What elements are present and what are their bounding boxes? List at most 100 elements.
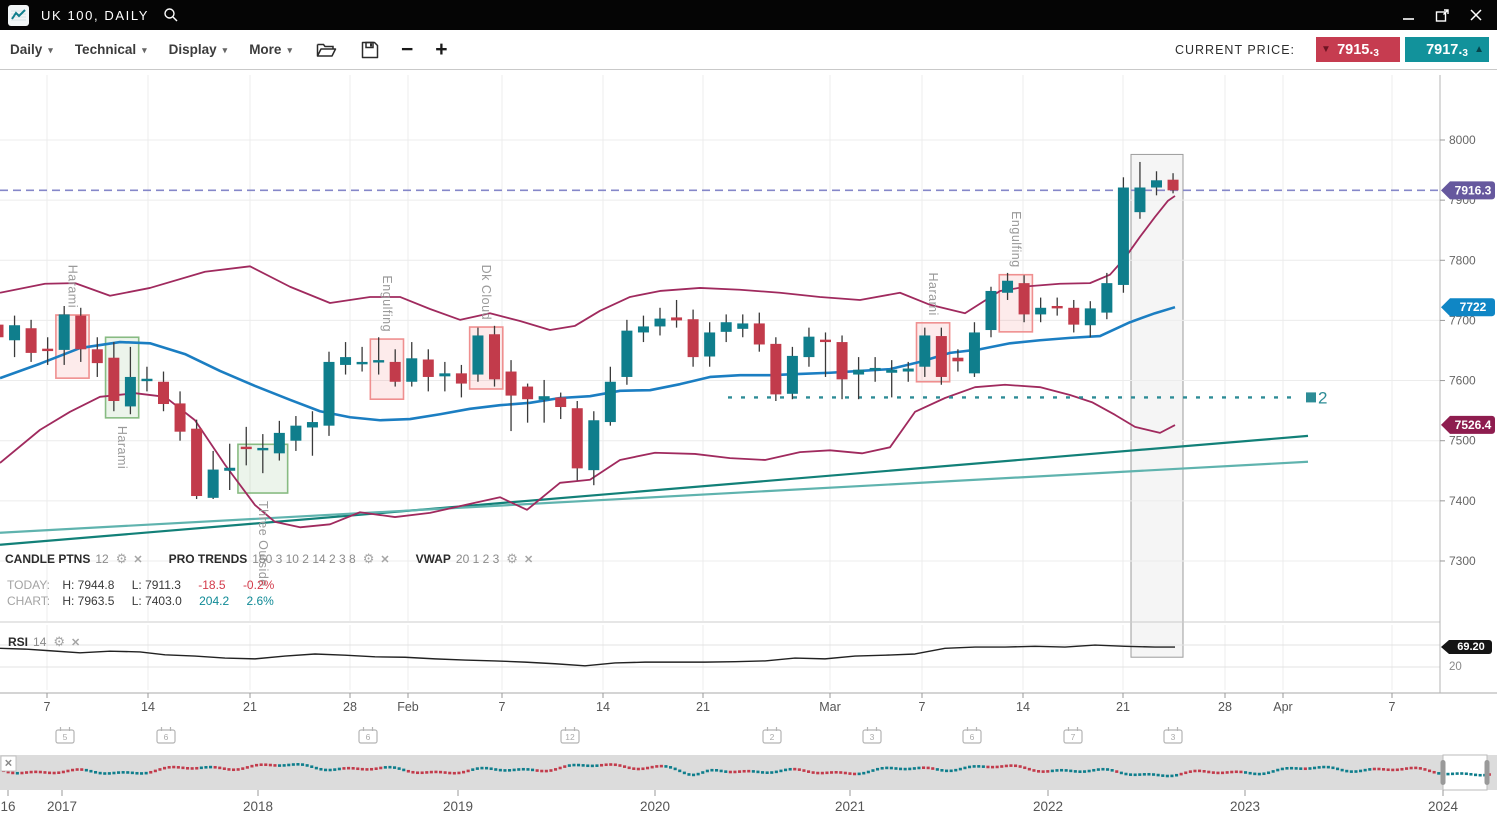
candle[interactable]	[1052, 298, 1063, 316]
navigator-mini-candle	[982, 765, 985, 768]
candle[interactable]	[787, 347, 798, 399]
candle[interactable]	[936, 328, 947, 385]
candle[interactable]	[870, 357, 881, 382]
candle[interactable]	[489, 326, 500, 387]
candle[interactable]	[572, 401, 583, 480]
candle[interactable]	[175, 391, 186, 440]
candle[interactable]	[853, 357, 864, 399]
navigator-mini-candle	[605, 763, 608, 766]
calendar-number: 6	[970, 732, 975, 742]
candle[interactable]	[754, 313, 765, 352]
candle[interactable]	[837, 335, 848, 399]
remove-indicator-icon[interactable]: ✕	[133, 553, 142, 566]
menu-technical[interactable]: Technical ▾	[75, 42, 147, 57]
highlight-region[interactable]	[1131, 154, 1183, 657]
calendar-marker-icon[interactable]: 12	[561, 727, 579, 743]
candle[interactable]	[340, 342, 351, 374]
candle[interactable]	[357, 347, 368, 372]
minimize-button[interactable]	[1395, 4, 1421, 26]
navigator-mini-candle	[361, 768, 364, 771]
candle[interactable]	[439, 362, 450, 391]
candle[interactable]	[472, 328, 483, 382]
remove-indicator-icon[interactable]: ✕	[71, 636, 80, 649]
candle[interactable]	[605, 367, 616, 426]
candle[interactable]	[324, 352, 335, 436]
remove-indicator-icon[interactable]: ✕	[524, 553, 533, 566]
navigator-close-button[interactable]: ✕	[1, 756, 16, 771]
navigator-handle-left[interactable]	[1441, 760, 1446, 785]
x-axis-label: Mar	[819, 700, 841, 714]
calendar-marker-icon[interactable]: 6	[359, 727, 377, 743]
calendar-marker-icon[interactable]: 3	[1164, 727, 1182, 743]
bid-price-badge[interactable]: ▼7915.3	[1316, 37, 1400, 62]
navigator-mini-candle	[1469, 773, 1472, 776]
navigator-mini-candle	[641, 767, 644, 770]
save-icon[interactable]	[361, 41, 379, 59]
candle[interactable]	[1068, 300, 1079, 332]
candle[interactable]	[704, 322, 715, 367]
candle[interactable]	[208, 451, 219, 499]
navigator-mini-candle	[876, 768, 879, 771]
candle[interactable]	[307, 411, 318, 456]
popout-window-button[interactable]	[1429, 4, 1455, 26]
calendar-marker-icon[interactable]: 2	[763, 727, 781, 743]
candle[interactable]	[1118, 177, 1129, 292]
menu-more[interactable]: More ▾	[249, 42, 292, 57]
candle[interactable]	[721, 314, 732, 342]
gear-icon[interactable]: ⚙	[53, 634, 65, 650]
navigator-mini-candle	[85, 769, 88, 772]
candle[interactable]	[42, 337, 53, 365]
zoom-in-button[interactable]: +	[435, 39, 447, 60]
candle[interactable]	[638, 316, 649, 342]
candle[interactable]	[191, 420, 202, 499]
candle[interactable]	[688, 310, 699, 367]
navigator-mini-candle	[894, 767, 897, 770]
candle[interactable]	[655, 308, 666, 336]
search-icon[interactable]	[163, 7, 179, 23]
calendar-marker-icon[interactable]: 6	[963, 727, 981, 743]
candle[interactable]	[1085, 301, 1096, 337]
candle[interactable]	[737, 314, 748, 337]
candle[interactable]	[986, 287, 997, 338]
calendar-marker-icon[interactable]: 5	[56, 727, 74, 743]
candle[interactable]	[969, 322, 980, 377]
candle[interactable]	[26, 320, 37, 362]
navigator-mini-candle	[388, 766, 391, 769]
candle[interactable]	[621, 320, 632, 385]
candle[interactable]	[9, 316, 20, 357]
candle[interactable]	[671, 300, 682, 328]
candle[interactable]	[803, 328, 814, 367]
calendar-marker-icon[interactable]: 6	[157, 727, 175, 743]
candle[interactable]	[423, 349, 434, 391]
candle[interactable]	[92, 337, 103, 377]
candle[interactable]	[886, 360, 897, 397]
open-folder-icon[interactable]	[316, 41, 337, 58]
zoom-out-button[interactable]: −	[401, 39, 413, 60]
price-badge-text: 7722	[1460, 300, 1487, 314]
candle[interactable]	[456, 365, 467, 397]
candle[interactable]	[1035, 298, 1046, 323]
navigator-mini-candle	[821, 772, 824, 775]
menu-display[interactable]: Display ▾	[169, 42, 228, 57]
candle[interactable]	[141, 367, 152, 392]
remove-indicator-icon[interactable]: ✕	[380, 553, 389, 566]
navigator-mini-candle	[421, 771, 424, 774]
candle-body	[952, 358, 963, 362]
gear-icon[interactable]: ⚙	[506, 551, 518, 567]
candle[interactable]	[820, 332, 831, 377]
candle[interactable]	[158, 372, 169, 412]
ask-price-badge[interactable]: ▲7917.3	[1405, 37, 1489, 62]
close-window-button[interactable]	[1463, 4, 1489, 26]
calendar-marker-icon[interactable]: 7	[1064, 727, 1082, 743]
gear-icon[interactable]: ⚙	[116, 551, 128, 567]
calendar-marker-icon[interactable]: 3	[863, 727, 881, 743]
candle[interactable]	[1101, 273, 1112, 319]
candle[interactable]	[506, 360, 517, 431]
candle[interactable]	[0, 320, 4, 349]
navigator-handle-right[interactable]	[1485, 760, 1490, 785]
candle[interactable]	[770, 337, 781, 401]
candle[interactable]	[290, 416, 301, 451]
price-chart[interactable]: 2HaramiHaramiThree OutsideEngulfingDk Cl…	[0, 70, 1497, 821]
menu-daily[interactable]: Daily ▾	[10, 42, 53, 57]
gear-icon[interactable]: ⚙	[363, 551, 375, 567]
